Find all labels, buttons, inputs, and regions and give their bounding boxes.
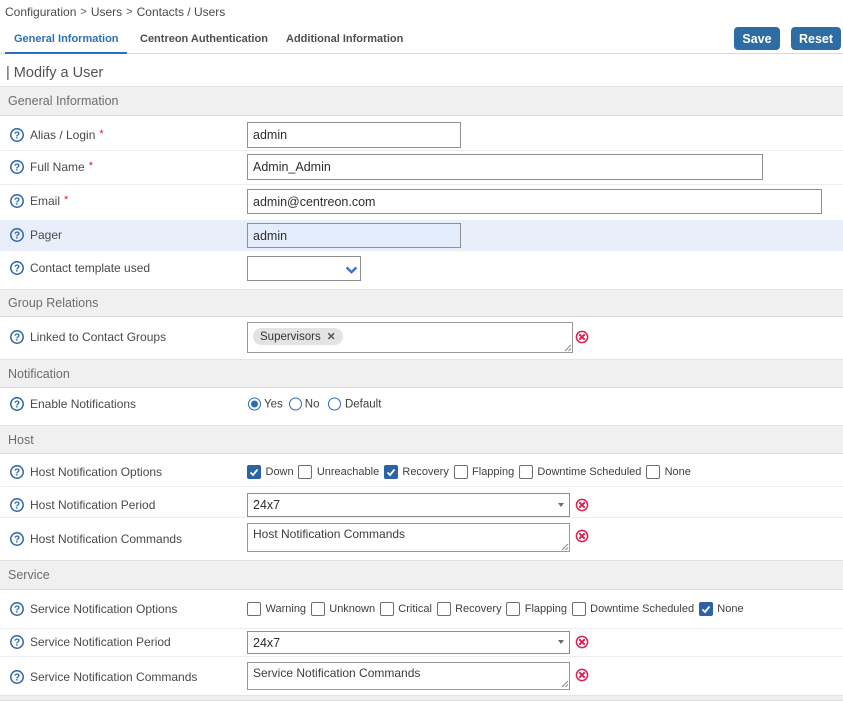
svg-text:?: ? xyxy=(14,400,20,411)
svg-text:?: ? xyxy=(14,535,20,546)
svg-text:?: ? xyxy=(14,163,20,174)
svg-text:?: ? xyxy=(14,468,20,479)
svg-text:?: ? xyxy=(14,264,20,275)
svg-text:?: ? xyxy=(14,501,20,512)
svg-text:?: ? xyxy=(14,131,20,142)
svg-text:?: ? xyxy=(14,673,20,684)
svg-text:?: ? xyxy=(14,231,20,242)
svg-text:?: ? xyxy=(14,197,20,208)
svg-text:?: ? xyxy=(14,638,20,649)
svg-text:?: ? xyxy=(14,605,20,616)
svg-text:?: ? xyxy=(14,333,20,344)
